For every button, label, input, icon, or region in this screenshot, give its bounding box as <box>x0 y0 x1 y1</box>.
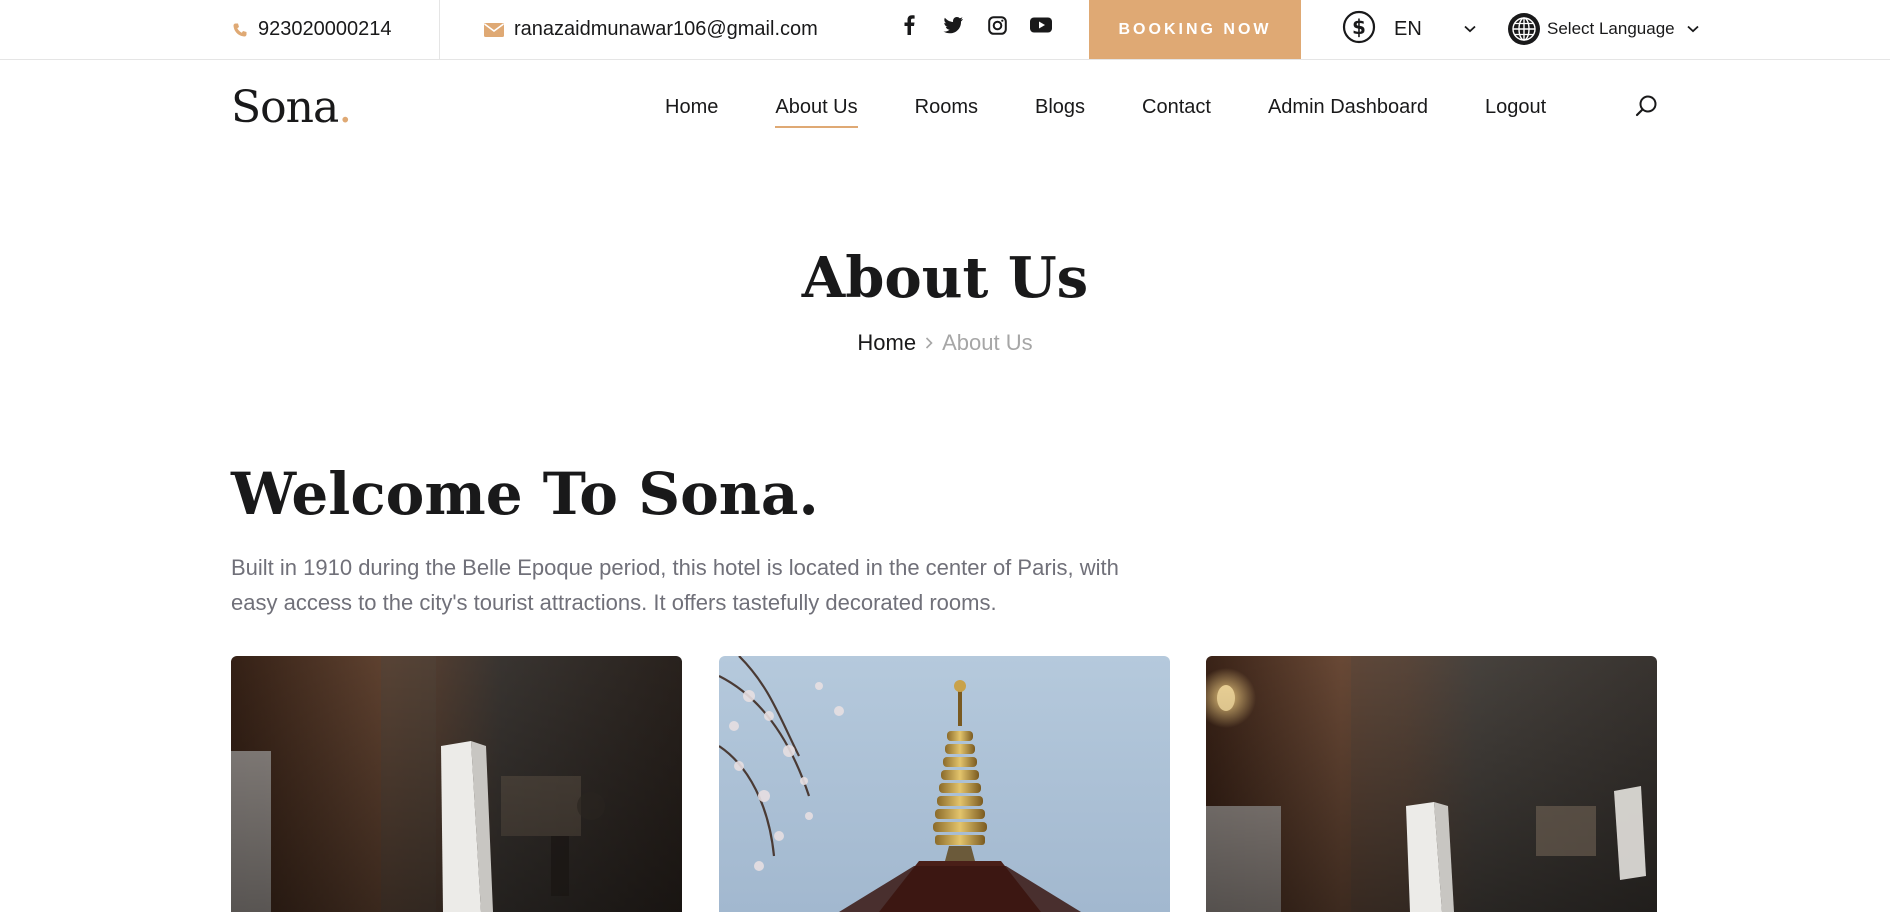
language-selector[interactable]: Select Language <box>1507 12 1699 46</box>
booking-now-button[interactable]: BOOKING NOW <box>1089 0 1301 59</box>
nav-item-about-us[interactable]: About Us <box>775 96 858 130</box>
nav-item-rooms[interactable]: Rooms <box>915 96 978 130</box>
twitter-icon[interactable] <box>942 14 964 36</box>
nav-item-admin-dashboard[interactable]: Admin Dashboard <box>1268 96 1428 130</box>
nav-item-blogs[interactable]: Blogs <box>1035 96 1085 130</box>
svg-text:$: $ <box>1352 15 1366 39</box>
youtube-icon[interactable] <box>1030 14 1052 36</box>
phone-contact[interactable]: 923020000214 <box>232 0 391 59</box>
social-links <box>898 14 1052 36</box>
chevron-down-icon <box>1686 25 1699 33</box>
logo-dot: . <box>338 82 352 133</box>
chevron-down-icon <box>1464 25 1476 33</box>
breadcrumb-current: About Us <box>942 330 1033 355</box>
main-nav: Home About Us Rooms Blogs Contact Admin … <box>665 96 1603 130</box>
instagram-icon[interactable] <box>986 14 1008 36</box>
nav-item-contact[interactable]: Contact <box>1142 96 1211 130</box>
topbar-divider <box>439 0 440 59</box>
facebook-icon[interactable] <box>898 14 920 36</box>
currency-selector[interactable]: $ EN <box>1342 10 1476 49</box>
dollar-icon: $ <box>1342 10 1376 49</box>
email-address: ranazaidmunawar106@gmail.com <box>514 18 818 40</box>
gallery-image-pagoda[interactable] <box>719 656 1170 912</box>
currency-label: EN <box>1394 17 1422 40</box>
page-title: About Us <box>801 245 1089 311</box>
top-bar: 923020000214 ranazaidmunawar106@gmail.co… <box>0 0 1890 60</box>
chevron-right-icon <box>924 336 934 350</box>
email-contact[interactable]: ranazaidmunawar106@gmail.com <box>484 0 818 59</box>
globe-icon <box>1507 12 1541 46</box>
gallery-image-restaurant[interactable] <box>1206 656 1657 912</box>
gallery-image-restaurant[interactable] <box>231 656 682 912</box>
nav-item-logout[interactable]: Logout <box>1485 96 1546 130</box>
language-label: Select Language <box>1547 19 1675 38</box>
site-logo[interactable]: Sona. <box>231 82 352 133</box>
envelope-icon <box>484 22 504 38</box>
welcome-heading: Welcome To Sona. <box>231 460 819 528</box>
breadcrumb-home-link[interactable]: Home <box>857 330 916 356</box>
search-icon[interactable] <box>1634 94 1660 120</box>
breadcrumb: Home About Us <box>0 330 1890 356</box>
logo-text: Sona <box>231 82 339 133</box>
welcome-description: Built in 1910 during the Belle Epoque pe… <box>231 555 1119 615</box>
phone-icon <box>232 22 248 38</box>
phone-number: 923020000214 <box>258 18 392 40</box>
nav-item-home[interactable]: Home <box>665 96 718 130</box>
